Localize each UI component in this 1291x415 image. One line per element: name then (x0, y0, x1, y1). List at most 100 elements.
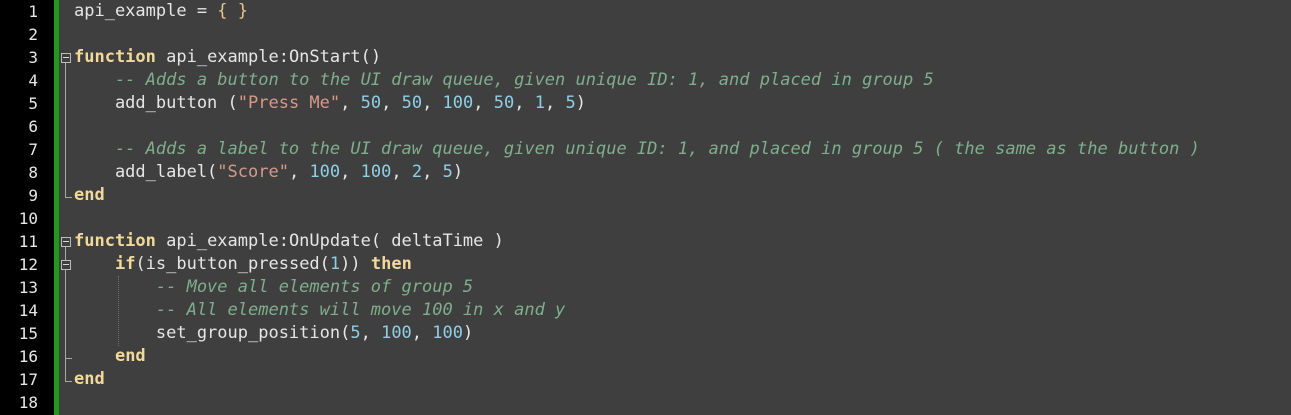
code-token: , (473, 93, 494, 113)
code-token: ) (575, 93, 586, 113)
line-number: 1 (28, 2, 38, 21)
code-token: "Score" (217, 162, 289, 182)
code-token: set_group_position( (74, 323, 351, 343)
code-token: , (391, 162, 412, 182)
code-token: if (114, 254, 136, 274)
code-token: "Press Me" (237, 93, 341, 113)
code-token: end (74, 369, 105, 389)
code-text[interactable]: api_example = { } (74, 0, 248, 23)
code-line[interactable]: 17 end (0, 368, 1291, 391)
code-line[interactable]: 7 -- Adds a label to the UI draw queue, … (0, 138, 1291, 161)
code-text[interactable]: add_label("Score", 100, 100, 2, 5) (74, 161, 463, 184)
code-token: 100 (381, 323, 412, 343)
code-line[interactable]: 13 -- Move all elements of group 5 (0, 276, 1291, 299)
code-token: 50 (493, 93, 515, 113)
code-token: 100 (309, 162, 341, 182)
line-number: 7 (28, 140, 38, 159)
code-text[interactable]: -- All elements will move 100 in x and y (74, 299, 565, 322)
code-text[interactable]: set_group_position(5, 100, 100) (74, 322, 473, 345)
line-number: 10 (18, 209, 38, 228)
code-token: 2 (411, 162, 423, 182)
code-token: , (381, 93, 402, 113)
code-token: , (544, 93, 566, 113)
code-token: end (114, 346, 146, 366)
code-line[interactable]: 5 add_button ("Press Me", 50, 50, 100, 5… (0, 92, 1291, 115)
line-number: 17 (18, 370, 38, 389)
line-number: 18 (18, 393, 38, 412)
line-number: 3 (28, 48, 38, 67)
code-token: 100 (442, 93, 474, 113)
line-number: 9 (28, 186, 38, 205)
code-token: api_example = (74, 1, 218, 21)
code-text[interactable]: add_button ("Press Me", 50, 50, 100, 50,… (74, 92, 586, 115)
code-token: ) (452, 162, 464, 182)
code-line[interactable]: 18 (0, 391, 1291, 414)
code-token: function (74, 231, 156, 251)
code-token: end (74, 185, 105, 205)
code-token: { } (217, 1, 249, 21)
code-text[interactable]: if(is_button_pressed(1)) then (74, 253, 412, 276)
line-number: 12 (18, 255, 38, 274)
code-token: -- Adds a button to the UI draw queue, g… (74, 70, 934, 90)
code-editor[interactable]: 1 api_example = { } 2 3 function api_example… (0, 0, 1291, 415)
code-token: -- All elements will move 100 in x and y (74, 300, 566, 320)
line-number: 6 (28, 117, 38, 136)
code-token: then (370, 254, 412, 274)
code-token: function (74, 47, 156, 67)
code-line[interactable]: 10 (0, 207, 1291, 230)
code-text[interactable]: -- Adds a label to the UI draw queue, gi… (74, 138, 1200, 161)
code-text[interactable]: function api_example:OnStart() (74, 46, 381, 69)
code-text[interactable]: -- Move all elements of group 5 (74, 276, 473, 299)
code-line[interactable]: 3 function api_example:OnStart() (0, 46, 1291, 69)
code-token: -- Adds a label to the UI draw queue, gi… (74, 139, 1200, 159)
code-token: , (411, 323, 433, 343)
line-number: 15 (18, 324, 38, 343)
code-line[interactable]: 15 set_group_position(5, 100, 100) (0, 322, 1291, 345)
code-text[interactable]: end (74, 345, 146, 368)
code-token: , (422, 162, 443, 182)
code-token: 5 (350, 323, 361, 343)
line-number: 8 (28, 163, 38, 182)
code-line[interactable]: 14 -- All elements will move 100 in x an… (0, 299, 1291, 322)
code-text[interactable]: end (74, 368, 105, 391)
line-number: 16 (18, 347, 38, 366)
code-token: 5 (442, 162, 453, 182)
code-token: , (340, 93, 361, 113)
code-text[interactable]: end (74, 184, 105, 207)
code-line[interactable]: 16 end (0, 345, 1291, 368)
code-token: api_example:OnUpdate( deltaTime ) (155, 231, 504, 251)
code-token: , (360, 323, 382, 343)
code-token: 100 (360, 162, 392, 182)
code-line[interactable]: 8 add_label("Score", 100, 100, 2, 5) (0, 161, 1291, 184)
code-token: (is_button_pressed( (135, 254, 330, 274)
code-token: )) (340, 254, 371, 274)
code-token: , (422, 93, 443, 113)
code-token: 1 (329, 254, 341, 274)
code-token: 100 (432, 323, 463, 343)
code-token: , (340, 162, 361, 182)
line-number: 2 (28, 25, 38, 44)
code-token: , (514, 93, 535, 113)
code-text[interactable]: -- Adds a button to the UI draw queue, g… (74, 69, 934, 92)
code-token: add_button ( (74, 93, 238, 113)
code-line[interactable]: 11 function api_example:OnUpdate( deltaTi… (0, 230, 1291, 253)
code-line[interactable]: 9 end (0, 184, 1291, 207)
line-number: 4 (28, 71, 38, 90)
line-number: 11 (18, 232, 38, 251)
code-token: 50 (360, 93, 382, 113)
code-token: 5 (565, 93, 576, 113)
line-number: 13 (18, 278, 38, 297)
code-line[interactable]: 6 (0, 115, 1291, 138)
code-line[interactable]: 2 (0, 23, 1291, 46)
code-token: 1 (534, 93, 545, 113)
line-number: 5 (28, 94, 38, 113)
code-token: add_label( (74, 162, 218, 182)
code-line[interactable]: 12 if(is_button_pressed(1)) then (0, 253, 1291, 276)
code-text[interactable]: function api_example:OnUpdate( deltaTime… (74, 230, 504, 253)
code-line[interactable]: 1 api_example = { } (0, 0, 1291, 23)
code-token: , (288, 162, 310, 182)
code-token: ) (463, 323, 474, 343)
code-line[interactable]: 4 -- Adds a button to the UI draw queue,… (0, 69, 1291, 92)
